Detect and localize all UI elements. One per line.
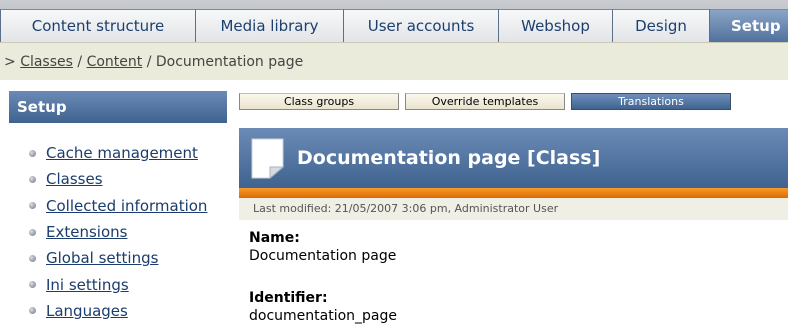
breadcrumb-link-classes[interactable]: Classes (20, 54, 73, 70)
header-accent-bar (239, 188, 788, 198)
subtab-translations[interactable]: Translations (571, 93, 731, 110)
breadcrumb-current: Documentation page (155, 54, 304, 70)
sidebar-link-global-settings[interactable]: Global settings (46, 249, 158, 267)
breadcrumb: > Classes / Content / Documentation page (0, 42, 788, 80)
class-header: Documentation page [Class] (239, 128, 788, 188)
sidebar-link-extensions[interactable]: Extensions (46, 223, 127, 241)
document-icon (251, 138, 285, 180)
bullet-icon (29, 281, 36, 289)
sidebar-link-collected-information[interactable]: Collected information (46, 197, 207, 215)
sidebar-item-languages: Languages (9, 298, 239, 324)
sidebar-menu: Cache management Classes Collected infor… (9, 140, 239, 324)
sidebar-item-extensions: Extensions (9, 219, 239, 245)
breadcrumb-separator: / (77, 54, 83, 70)
top-tabs: Content structure Media library User acc… (0, 9, 788, 42)
sidebar-link-languages[interactable]: Languages (46, 302, 128, 320)
sidebar-item-ini-settings: Ini settings (9, 271, 239, 297)
bullet-icon (29, 202, 36, 210)
top-navigation-bar: Content structure Media library User acc… (0, 0, 788, 42)
breadcrumb-prefix: > (4, 54, 16, 70)
name-label: Name: (249, 230, 300, 246)
identifier-value: documentation_page (249, 308, 397, 324)
bullet-icon (29, 254, 36, 262)
sidebar-item-collected-information: Collected information (9, 193, 239, 219)
sidebar-link-cache-management[interactable]: Cache management (46, 144, 198, 162)
sidebar-item-cache-management: Cache management (9, 140, 239, 166)
bullet-icon (29, 307, 36, 315)
tab-setup[interactable]: Setup (709, 9, 788, 42)
bullet-icon (29, 149, 36, 157)
bullet-icon (29, 228, 36, 236)
sidebar-title: Setup (9, 91, 227, 123)
tab-content-structure[interactable]: Content structure (0, 9, 195, 42)
bullet-icon (29, 175, 36, 183)
breadcrumb-link-content[interactable]: Content (87, 54, 143, 70)
subtab-class-groups[interactable]: Class groups (239, 93, 399, 110)
sidebar-link-ini-settings[interactable]: Ini settings (46, 276, 129, 294)
class-subtabs: Class groups Override templates Translat… (239, 93, 731, 110)
tab-webshop[interactable]: Webshop (498, 9, 612, 42)
tab-media-library[interactable]: Media library (195, 9, 343, 42)
tab-user-accounts[interactable]: User accounts (343, 9, 498, 42)
sidebar-item-global-settings: Global settings (9, 245, 239, 271)
tab-design[interactable]: Design (612, 9, 709, 42)
name-value: Documentation page (249, 248, 397, 264)
breadcrumb-separator: / (146, 54, 152, 70)
page-title: Documentation page [Class] (297, 147, 601, 169)
subtab-override-templates[interactable]: Override templates (405, 93, 565, 110)
sidebar-item-classes: Classes (9, 166, 239, 192)
identifier-label: Identifier: (249, 290, 328, 306)
sidebar-link-classes[interactable]: Classes (46, 170, 103, 188)
last-modified-info: Last modified: 21/05/2007 3:06 pm, Admin… (239, 198, 788, 220)
